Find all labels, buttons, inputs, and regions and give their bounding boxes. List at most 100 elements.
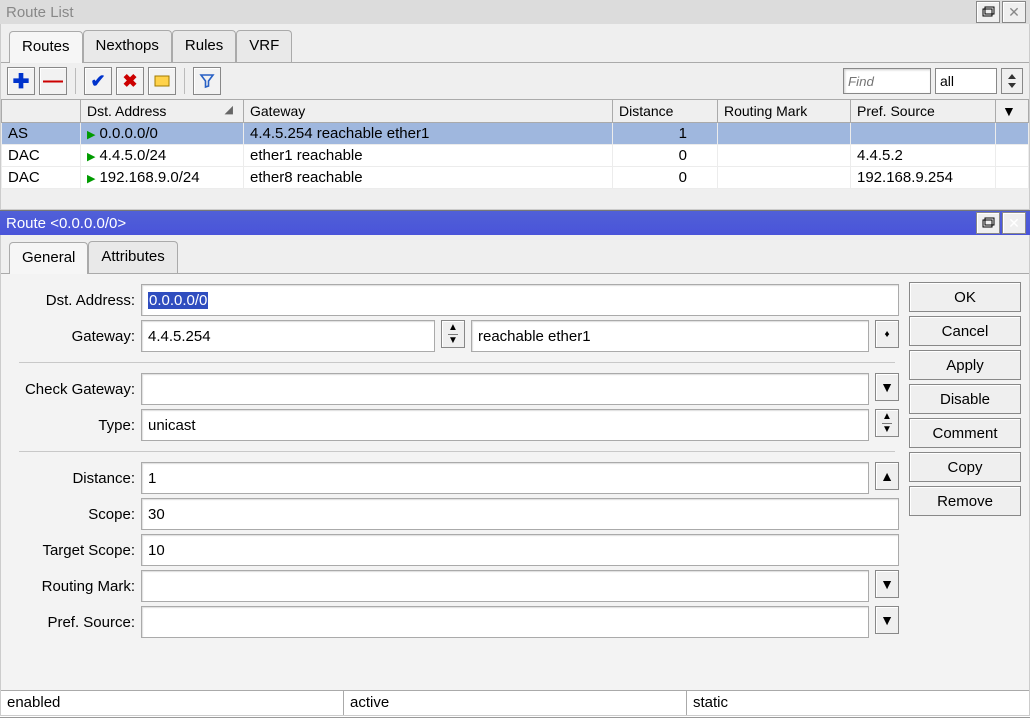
- routing-mark-drop-icon[interactable]: ▼: [875, 570, 899, 598]
- pref-source-drop-icon[interactable]: ▼: [875, 606, 899, 634]
- check-gateway-drop-icon[interactable]: ▼: [875, 373, 899, 401]
- route-detail-window: Route <0.0.0.0/0> ✕ General Attributes D…: [0, 211, 1030, 716]
- cell-pref-source: 4.4.5.2: [851, 145, 996, 167]
- dst-address-input[interactable]: 0.0.0.0/0: [141, 284, 899, 316]
- status-enabled: enabled: [1, 691, 344, 715]
- tab-nexthops[interactable]: Nexthops: [83, 30, 172, 62]
- cell-gateway: ether8 reachable: [244, 167, 613, 189]
- target-scope-input[interactable]: 10: [141, 534, 899, 566]
- cell-distance: 1: [613, 123, 718, 145]
- cell-dst: ▶4.4.5.0/24: [81, 145, 244, 167]
- tab-rules[interactable]: Rules: [172, 30, 236, 62]
- tab-attributes[interactable]: Attributes: [88, 241, 177, 273]
- gateway-drop-icon[interactable]: ▲▼: [441, 320, 465, 348]
- route-list-title-bar: Route List ✕: [0, 0, 1030, 24]
- route-list-window: Route List ✕ Routes Nexthops Rules VRF ✚…: [0, 0, 1030, 211]
- route-list-tabs: Routes Nexthops Rules VRF: [1, 24, 1029, 63]
- remove-button[interactable]: Remove: [909, 486, 1021, 516]
- restore-icon[interactable]: [976, 212, 1000, 234]
- cell-more: [996, 167, 1029, 189]
- distance-input[interactable]: 1: [141, 462, 869, 494]
- pref-source-label: Pref. Source:: [5, 614, 141, 631]
- type-input[interactable]: unicast: [141, 409, 869, 441]
- cell-flags: DAC: [2, 145, 81, 167]
- filter-mode-select[interactable]: all: [935, 68, 997, 94]
- enable-button[interactable]: ✔: [84, 67, 112, 95]
- check-gateway-label: Check Gateway:: [5, 381, 141, 398]
- cell-pref-source: 192.168.9.254: [851, 167, 996, 189]
- ok-button[interactable]: OK: [909, 282, 1021, 312]
- copy-button[interactable]: Copy: [909, 452, 1021, 482]
- cell-dst: ▶0.0.0.0/0: [81, 123, 244, 145]
- active-icon: ▶: [87, 150, 95, 163]
- distance-collapse-icon[interactable]: ▲: [875, 462, 899, 490]
- route-detail-title: Route <0.0.0.0/0>: [4, 215, 976, 232]
- routing-mark-input[interactable]: [141, 570, 869, 602]
- cell-more: [996, 123, 1029, 145]
- cell-gateway: 4.4.5.254 reachable ether1: [244, 123, 613, 145]
- filter-button[interactable]: [193, 67, 221, 95]
- route-detail-form: Dst. Address: 0.0.0.0/0 Gateway: 4.4.5.2…: [1, 274, 909, 690]
- col-flags[interactable]: [2, 100, 81, 123]
- filter-mode-drop-icon[interactable]: [1001, 68, 1023, 94]
- remove-button[interactable]: —: [39, 67, 67, 95]
- status-static: static: [687, 691, 1029, 715]
- tab-general[interactable]: General: [9, 242, 88, 274]
- cell-routing-mark: [718, 123, 851, 145]
- apply-button[interactable]: Apply: [909, 350, 1021, 380]
- col-dst[interactable]: Dst. Address◢: [81, 100, 244, 123]
- scope-input[interactable]: 30: [141, 498, 899, 530]
- target-scope-label: Target Scope:: [5, 542, 141, 559]
- pref-source-input[interactable]: [141, 606, 869, 638]
- route-list-toolbar: ✚ — ✔ ✖ all: [1, 63, 1029, 99]
- col-pref-source[interactable]: Pref. Source: [851, 100, 996, 123]
- table-row[interactable]: DAC▶4.4.5.0/24ether1 reachable04.4.5.2: [2, 145, 1029, 167]
- gateway-label: Gateway:: [5, 328, 141, 345]
- dst-address-label: Dst. Address:: [5, 292, 141, 309]
- cell-pref-source: [851, 123, 996, 145]
- cell-dst: ▶192.168.9.0/24: [81, 167, 244, 189]
- distance-label: Distance:: [5, 470, 141, 487]
- restore-icon[interactable]: [976, 1, 1000, 23]
- disable-button[interactable]: ✖: [116, 67, 144, 95]
- route-detail-status-bar: enabled active static: [1, 690, 1029, 715]
- disable-button[interactable]: Disable: [909, 384, 1021, 414]
- active-icon: ▶: [87, 128, 95, 141]
- cell-distance: 0: [613, 145, 718, 167]
- cell-routing-mark: [718, 167, 851, 189]
- status-active: active: [344, 691, 687, 715]
- cell-flags: AS: [2, 123, 81, 145]
- cancel-button[interactable]: Cancel: [909, 316, 1021, 346]
- search-input[interactable]: [843, 68, 931, 94]
- close-icon[interactable]: ✕: [1002, 212, 1026, 234]
- route-detail-title-bar: Route <0.0.0.0/0> ✕: [0, 211, 1030, 235]
- table-row[interactable]: AS▶0.0.0.0/04.4.5.254 reachable ether11: [2, 123, 1029, 145]
- cell-more: [996, 145, 1029, 167]
- active-icon: ▶: [87, 172, 95, 185]
- add-button[interactable]: ✚: [7, 67, 35, 95]
- tab-routes[interactable]: Routes: [9, 31, 83, 63]
- col-routing-mark[interactable]: Routing Mark: [718, 100, 851, 123]
- col-distance[interactable]: Distance: [613, 100, 718, 123]
- gateway-input[interactable]: 4.4.5.254: [141, 320, 435, 352]
- route-list-title: Route List: [4, 4, 976, 21]
- table-row[interactable]: DAC▶192.168.9.0/24ether8 reachable0 192.1…: [2, 167, 1029, 189]
- cell-flags: DAC: [2, 167, 81, 189]
- close-icon[interactable]: ✕: [1002, 1, 1026, 23]
- route-detail-buttons: OK Cancel Apply Disable Comment Copy Rem…: [909, 274, 1029, 690]
- routing-mark-label: Routing Mark:: [5, 578, 141, 595]
- scope-label: Scope:: [5, 506, 141, 523]
- comment-button[interactable]: Comment: [909, 418, 1021, 448]
- check-gateway-input[interactable]: [141, 373, 869, 405]
- type-drop-icon[interactable]: ▲▼: [875, 409, 899, 437]
- route-table: Dst. Address◢ Gateway Distance Routing M…: [1, 99, 1029, 189]
- route-detail-tabs: General Attributes: [1, 235, 1029, 274]
- cell-distance: 0: [613, 167, 718, 189]
- col-gateway[interactable]: Gateway: [244, 100, 613, 123]
- gateway-status: reachable ether1: [471, 320, 869, 352]
- sort-indicator-icon: ◢: [225, 103, 237, 116]
- gateway-add-remove-icon[interactable]: ♦: [875, 320, 899, 348]
- col-more-icon[interactable]: ▼: [996, 100, 1029, 123]
- tab-vrf[interactable]: VRF: [236, 30, 292, 62]
- comment-button[interactable]: [148, 67, 176, 95]
